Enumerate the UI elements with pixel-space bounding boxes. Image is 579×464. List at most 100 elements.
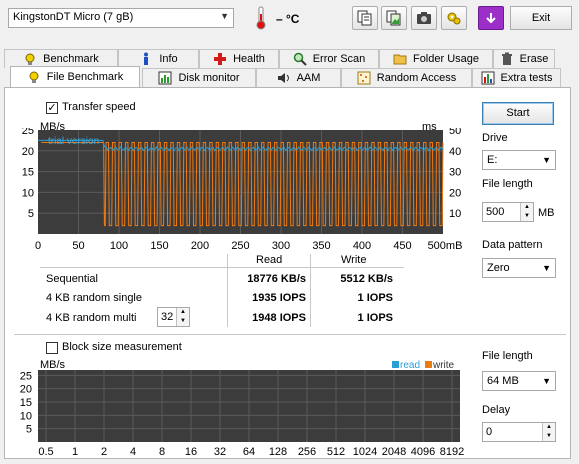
spin-buttons[interactable]: ▲ ▼	[176, 308, 189, 326]
trash-icon	[500, 52, 514, 66]
tab-label: AAM	[296, 72, 321, 84]
y-tick-label: 25	[20, 370, 32, 382]
delay-spinner[interactable]: 0 ▲ ▼	[482, 422, 556, 442]
save-button[interactable]	[478, 6, 504, 30]
chevron-down-icon: ▼	[542, 155, 551, 165]
tab-disk-monitor[interactable]: Disk monitor	[142, 68, 256, 87]
results-row-label: 4 KB random multi	[46, 312, 137, 324]
drive-select[interactable]: KingstonDT Micro (7 gB) ▼	[8, 8, 234, 28]
delay-label: Delay	[482, 404, 511, 416]
y-right-tick-label: 20	[449, 187, 461, 199]
tab-error-scan[interactable]: Error Scan	[279, 49, 379, 68]
data-pattern-label: Data pattern	[482, 239, 543, 251]
watermark-text: trial version	[48, 136, 99, 147]
file-length-label: File length	[482, 178, 533, 190]
file-benchmark-icon	[27, 70, 41, 84]
drive-label: Drive	[482, 132, 508, 144]
legend-read-label: read	[400, 360, 420, 371]
x-tick-label: 2048	[382, 446, 406, 458]
tab-label: Random Access	[376, 72, 457, 84]
block-size-checkbox[interactable]	[46, 342, 58, 354]
x-tick-label: 0.5	[38, 446, 53, 458]
x-tick-label: 8	[159, 446, 165, 458]
thermometer-icon	[256, 6, 266, 30]
tab-label: Folder Usage	[412, 53, 480, 65]
tab-health[interactable]: Health	[199, 49, 279, 68]
copy-image-icon	[386, 10, 401, 26]
monitor-chart-icon	[158, 71, 172, 85]
tab-folder-usage[interactable]: Folder Usage	[379, 49, 493, 68]
health-cross-icon	[213, 52, 227, 66]
info-icon	[139, 52, 153, 66]
copy-text-button[interactable]	[352, 6, 378, 30]
tab-extra-tests[interactable]: Extra tests	[472, 68, 561, 87]
results-row-label: 4 KB random single	[46, 292, 142, 304]
results-col-read: Read	[256, 254, 283, 266]
spin-buttons[interactable]: ▲ ▼	[520, 203, 533, 221]
folder-icon	[393, 52, 407, 66]
x-tick-label: 500mB	[428, 240, 463, 252]
tab-aam[interactable]: AAM	[256, 68, 341, 87]
copy-image-button[interactable]	[381, 6, 407, 30]
options-button[interactable]	[441, 6, 467, 30]
block-file-length-combo[interactable]: 64 MB ▼	[482, 371, 556, 391]
tab-label: Disk monitor	[178, 72, 240, 84]
exit-button[interactable]: Exit	[510, 6, 572, 30]
temperature-readout: – °C	[276, 12, 300, 26]
tab-file-benchmark[interactable]: File Benchmark	[10, 66, 140, 87]
x-tick-label: 32	[214, 446, 226, 458]
x-tick-label: 1	[72, 446, 78, 458]
queue-depth-spinner[interactable]: 32 ▲ ▼	[157, 307, 190, 327]
y-tick-label: 5	[26, 424, 32, 436]
tab-erase[interactable]: Erase	[493, 49, 555, 68]
data-pattern-combo[interactable]: Zero ▼	[482, 258, 556, 278]
drive-combo-value: E:	[487, 154, 498, 166]
magnifier-icon	[293, 52, 307, 66]
tab-label: Error Scan	[312, 53, 366, 65]
tab-random-access[interactable]: Random Access	[341, 68, 472, 87]
random-access-icon	[357, 71, 371, 85]
x-tick-label: 50	[72, 240, 84, 252]
tab-label: Info	[159, 53, 178, 65]
spin-down-icon[interactable]: ▼	[521, 212, 533, 221]
camera-icon	[417, 12, 431, 24]
block-file-length-label: File length	[482, 350, 533, 362]
speaker-icon	[277, 71, 291, 85]
start-button[interactable]: Start	[482, 102, 554, 125]
extra-tests-icon	[481, 71, 495, 85]
file-length-unit: MB	[538, 207, 555, 219]
section-separator	[14, 334, 566, 335]
transfer-speed-chart: trial version 25201510550403020100 50 100 1…	[22, 128, 463, 252]
legend-write-swatch	[425, 361, 432, 368]
spin-down-icon[interactable]: ▼	[543, 432, 555, 441]
y-tick-label: 10	[20, 410, 32, 422]
x-tick-label: 64	[243, 446, 255, 458]
y-right-tick-label: 30	[449, 167, 461, 179]
drive-combo[interactable]: E: ▼	[482, 150, 556, 170]
screenshot-button[interactable]	[411, 6, 437, 30]
x-tick-label: 0	[35, 240, 41, 252]
results-write-value: 1 IOPS	[357, 312, 393, 324]
results-read-value: 18776 KB/s	[247, 273, 306, 285]
queue-depth-value: 32	[161, 311, 174, 323]
spin-up-icon[interactable]: ▲	[521, 203, 533, 212]
spin-up-icon[interactable]: ▲	[543, 423, 555, 432]
x-tick-label: 1024	[353, 446, 377, 458]
spin-buttons[interactable]: ▲ ▼	[542, 423, 555, 441]
legend-read-swatch	[392, 361, 399, 368]
x-tick-label: 8192	[440, 446, 464, 458]
y-tick-label: 20	[20, 384, 32, 396]
tab-label: Extra tests	[500, 72, 553, 84]
spin-down-icon[interactable]: ▼	[177, 317, 189, 326]
x-tick-label: 450	[393, 240, 411, 252]
x-tick-label: 150	[150, 240, 168, 252]
file-length-value: 500	[486, 206, 505, 218]
chevron-down-icon: ▼	[542, 376, 551, 386]
data-pattern-value: Zero	[487, 262, 510, 274]
spin-up-icon[interactable]: ▲	[177, 308, 189, 317]
transfer-speed-checkbox[interactable]: ✓	[46, 102, 58, 114]
tab-row-bottom: File Benchmark Disk monitor AAM Random A…	[4, 66, 575, 87]
results-read-value: 1948 IOPS	[252, 312, 306, 324]
file-length-spinner[interactable]: 500 ▲ ▼	[482, 202, 534, 222]
x-tick-label: 300	[272, 240, 290, 252]
